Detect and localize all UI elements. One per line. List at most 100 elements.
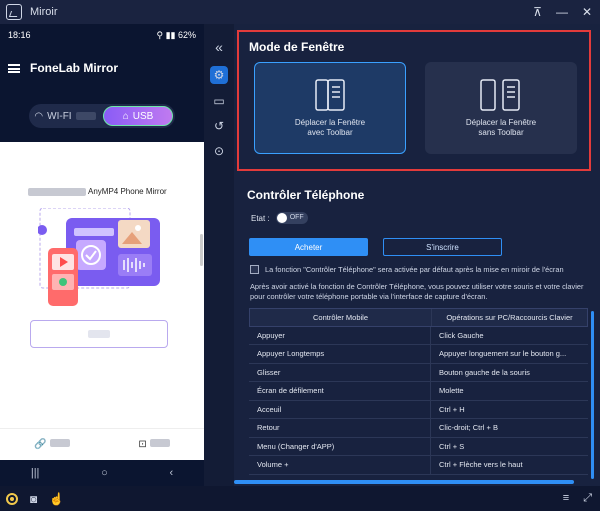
state-label: Etat : bbox=[251, 213, 270, 223]
app-logo-icon bbox=[6, 4, 22, 20]
menu-icon[interactable] bbox=[8, 63, 20, 73]
usb-label: USB bbox=[132, 110, 154, 122]
home-button[interactable]: ○ bbox=[101, 467, 108, 479]
window-without-toolbar-icon bbox=[480, 79, 520, 111]
register-button[interactable]: S'inscrire bbox=[383, 238, 502, 256]
control-description: Après avoir activé la fonction de Contrô… bbox=[250, 282, 584, 301]
mode2-line1: Déplacer la Fenêtre bbox=[465, 118, 537, 127]
pin-icon[interactable]: ⊼ bbox=[533, 5, 542, 19]
connection-area: ◠ WI-FI ⌂ USB bbox=[0, 90, 204, 142]
state-row: Etat : OFF bbox=[251, 212, 308, 224]
cell-action: Menu (Changer d'APP) bbox=[249, 437, 431, 455]
usb-option[interactable]: ⌂ USB bbox=[103, 106, 173, 126]
phone-system-nav: ||| ○ ‹ bbox=[0, 460, 204, 486]
link-tab[interactable]: 🔗 bbox=[34, 439, 70, 450]
table-row: Retour Clic-droit; Ctrl + B bbox=[249, 419, 588, 438]
start-mirror-button[interactable] bbox=[30, 320, 168, 348]
phone-card: AnyMP4 Phone Mirror bbox=[0, 142, 204, 428]
window-with-toolbar-icon bbox=[315, 79, 345, 111]
collapse-icon[interactable]: « bbox=[210, 38, 228, 56]
settings-sidebar: « ⚙ ▭ ↺ ⊙ bbox=[204, 24, 234, 486]
minimize-icon[interactable]: — bbox=[556, 5, 568, 19]
history-icon[interactable]: ↺ bbox=[210, 117, 228, 135]
mirror-illustration bbox=[38, 208, 160, 306]
phone-mirror-view[interactable]: 18:16 ⚲ ▮▮ 62% FoneLab Mirror ◠ WI-FI ⌂ … bbox=[0, 24, 204, 486]
record-icon[interactable] bbox=[6, 492, 18, 505]
default-enable-label: La fonction "Contrôler Téléphone" sera a… bbox=[265, 265, 564, 274]
cell-shortcut: Click Gauche bbox=[439, 330, 484, 340]
cell-action: Acceuil bbox=[249, 400, 431, 418]
mode2-line2: sans Toolbar bbox=[478, 128, 524, 137]
card-title: AnyMP4 Phone Mirror bbox=[88, 187, 167, 196]
cell-shortcut: Ctrl + H bbox=[439, 404, 465, 414]
phone-app-title: FoneLab Mirror bbox=[30, 61, 119, 75]
table-row: Écran de défilement Molette bbox=[249, 382, 588, 401]
header-mobile: Contrôler Mobile bbox=[250, 309, 432, 326]
window-title: Miroir bbox=[30, 6, 58, 18]
title-bar: Miroir ⊼ — ✕ bbox=[0, 0, 600, 24]
phone-app-header: FoneLab Mirror bbox=[0, 46, 204, 90]
header-pc: Opérations sur PC/Raccourcis Clavier bbox=[446, 312, 573, 322]
cell-shortcut: Bouton gauche de la souris bbox=[439, 367, 530, 377]
toolbox-tab[interactable]: ⊡ bbox=[138, 439, 170, 450]
redacted-text bbox=[28, 187, 86, 196]
table-row: Glisser Bouton gauche de la souris bbox=[249, 363, 588, 382]
camera-record-icon[interactable]: ▭ bbox=[210, 92, 228, 110]
connection-toggle[interactable]: ◠ WI-FI ⌂ USB bbox=[29, 104, 175, 128]
close-icon[interactable]: ✕ bbox=[582, 5, 592, 19]
toggle-state-label: OFF bbox=[289, 214, 304, 221]
cell-shortcut: Ctrl + S bbox=[439, 441, 465, 451]
default-enable-checkbox[interactable] bbox=[250, 265, 259, 274]
cell-action: Retour bbox=[249, 419, 431, 437]
phone-status-bar: 18:16 ⚲ ▮▮ 62% bbox=[0, 24, 204, 46]
table-row: Menu (Changer d'APP) Ctrl + S bbox=[249, 437, 588, 456]
cell-action: Écran de défilement bbox=[249, 382, 431, 400]
table-row: Acceuil Ctrl + H bbox=[249, 400, 588, 419]
usb-icon: ⌂ bbox=[122, 110, 129, 122]
mode1-line1: Déplacer la Fenêtre bbox=[294, 118, 366, 127]
table-vertical-scrollbar[interactable] bbox=[591, 311, 594, 479]
cell-action: Appuyer Longtemps bbox=[249, 345, 431, 363]
redacted-text bbox=[75, 112, 96, 120]
bottom-toolbar: ◙ ☝ ≡ ⤢ bbox=[0, 486, 600, 511]
toolbar-settings-icon[interactable]: ≡ bbox=[563, 492, 569, 505]
cell-shortcut: Appuyer longuement sur le bouton g... bbox=[439, 349, 567, 359]
mode-with-toolbar-option[interactable]: Déplacer la Fenêtre avec Toolbar bbox=[254, 62, 406, 154]
wifi-option[interactable]: ◠ WI-FI bbox=[31, 106, 99, 126]
control-toggle[interactable]: OFF bbox=[275, 212, 308, 224]
cell-shortcut: Clic-droit; Ctrl + B bbox=[439, 423, 498, 433]
wifi-label: WI-FI bbox=[47, 110, 72, 122]
cell-shortcut: Molette bbox=[439, 386, 464, 396]
cell-shortcut: Ctrl + Flèche vers le haut bbox=[439, 460, 523, 470]
recent-apps-button[interactable]: ||| bbox=[31, 467, 40, 479]
panel-horizontal-scrollbar[interactable] bbox=[234, 480, 574, 484]
mode1-line2: avec Toolbar bbox=[307, 128, 353, 137]
buy-button[interactable]: Acheter bbox=[249, 238, 368, 256]
phone-battery: ⚲ ▮▮ 62% bbox=[156, 29, 196, 40]
more-icon[interactable]: ⊙ bbox=[210, 142, 228, 160]
window-mode-title: Mode de Fenêtre bbox=[249, 40, 345, 54]
mode-without-toolbar-option[interactable]: Déplacer la Fenêtre sans Toolbar bbox=[425, 62, 577, 154]
redacted-text bbox=[49, 439, 70, 447]
screenshot-camera-icon[interactable]: ◙ bbox=[30, 492, 37, 506]
phone-scrollbar[interactable] bbox=[200, 234, 203, 266]
table-header: Contrôler Mobile Opérations sur PC/Racco… bbox=[249, 308, 588, 327]
settings-gear-icon[interactable]: ⚙ bbox=[210, 66, 228, 84]
cell-action: Volume + bbox=[249, 456, 431, 474]
control-phone-title: Contrôler Téléphone bbox=[247, 188, 365, 202]
cell-action: Glisser bbox=[249, 363, 431, 381]
table-row: Volume + Ctrl + Flèche vers le haut bbox=[249, 456, 588, 475]
redacted-text bbox=[149, 439, 170, 447]
shortcut-table: Contrôler Mobile Opérations sur PC/Racco… bbox=[249, 308, 588, 480]
settings-panel: Mode de Fenêtre Déplacer la Fenêtre avec… bbox=[234, 24, 600, 486]
window-mode-section: Mode de Fenêtre Déplacer la Fenêtre avec… bbox=[237, 30, 591, 171]
table-row: Appuyer Longtemps Appuyer longuement sur … bbox=[249, 345, 588, 364]
table-row: Appuyer Click Gauche bbox=[249, 326, 588, 345]
fullscreen-icon[interactable]: ⤢ bbox=[583, 492, 592, 505]
back-button[interactable]: ‹ bbox=[169, 467, 173, 479]
hand-control-icon[interactable]: ☝ bbox=[49, 492, 64, 506]
cell-action: Appuyer bbox=[249, 326, 431, 344]
wifi-icon: ◠ bbox=[34, 110, 44, 122]
default-enable-row: La fonction "Contrôler Téléphone" sera a… bbox=[250, 265, 564, 274]
redacted-text bbox=[88, 330, 110, 338]
